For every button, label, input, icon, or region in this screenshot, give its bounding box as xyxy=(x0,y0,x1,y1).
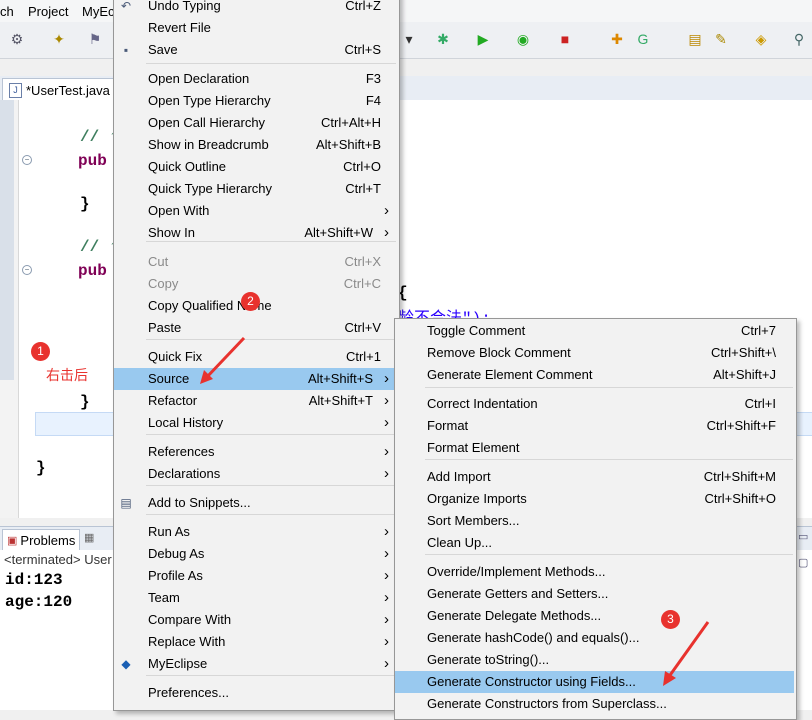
arrow-to-generate-constructor xyxy=(666,621,710,679)
annotation-arrows xyxy=(200,336,710,686)
arrow-to-source xyxy=(204,336,246,380)
arrowhead-icon xyxy=(663,671,676,686)
